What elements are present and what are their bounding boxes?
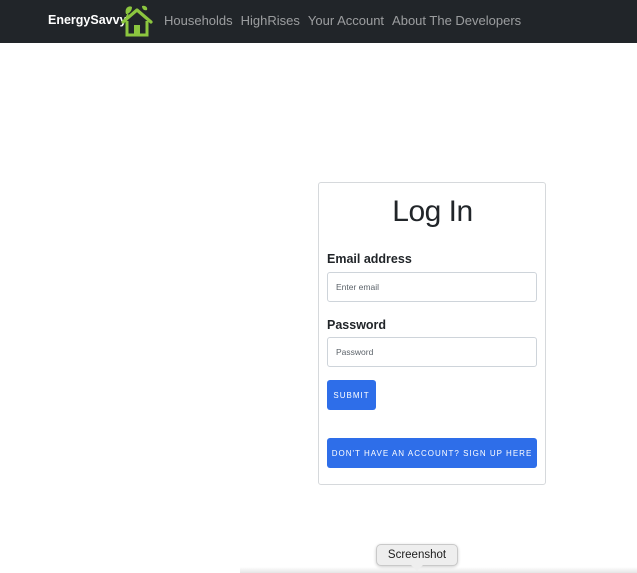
nav-link-your-account[interactable]: Your Account xyxy=(308,13,384,29)
nav-links: Households HighRises Your Account About … xyxy=(164,13,529,29)
nav-link-about-developers[interactable]: About The Developers xyxy=(392,13,521,29)
email-label: Email address xyxy=(327,252,412,266)
email-field[interactable] xyxy=(327,272,537,302)
tooltip-tail xyxy=(411,565,423,571)
nav-link-households[interactable]: Households xyxy=(164,13,233,29)
house-leaf-icon[interactable] xyxy=(120,4,154,38)
password-label: Password xyxy=(327,318,387,332)
bottom-dock-shadow xyxy=(240,567,637,573)
nav-link-highrises[interactable]: HighRises xyxy=(241,13,300,29)
screenshot-tooltip: Screenshot xyxy=(376,544,458,566)
submit-button[interactable]: Submit xyxy=(327,380,376,410)
brand-name[interactable]: EnergySavvy xyxy=(48,12,127,28)
signup-button[interactable]: Don't have an account? Sign up here xyxy=(327,438,537,468)
password-field[interactable] xyxy=(327,337,537,367)
top-navbar: EnergySavvy Households HighRises Your Ac… xyxy=(0,0,637,43)
login-title: Log In xyxy=(392,195,473,228)
